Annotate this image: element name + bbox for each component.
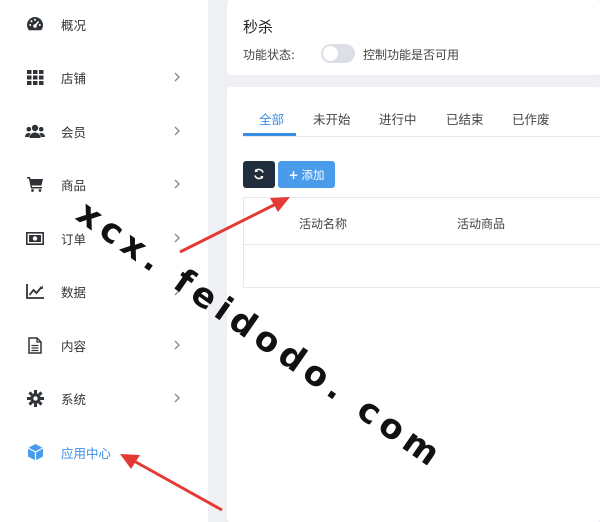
add-button[interactable]: + 添加 <box>278 161 335 188</box>
sidebar-item-label: 应用中心 <box>61 445 112 461</box>
sidebar-item-label: 店铺 <box>61 70 87 86</box>
gear-icon <box>25 388 45 408</box>
feature-status-label: 功能状态: <box>243 48 296 62</box>
sidebar-item-content[interactable]: 内容 <box>0 325 208 365</box>
refresh-button[interactable] <box>243 161 275 188</box>
sidebar: 概况 店铺 会员 商品 订单 数据 内容 系统 应用中心 <box>0 0 208 522</box>
tab-in-progress[interactable]: 进行中 <box>379 109 417 128</box>
page-title: 秒杀 <box>243 18 274 36</box>
document-icon <box>25 335 45 355</box>
users-icon <box>25 121 45 141</box>
sidebar-item-products[interactable]: 商品 <box>0 164 208 204</box>
sidebar-item-overview[interactable]: 概况 <box>0 4 208 44</box>
refresh-icon <box>253 165 265 184</box>
sidebar-item-label: 订单 <box>61 231 87 247</box>
sidebar-item-label: 系统 <box>61 391 87 407</box>
chevron-right-icon <box>172 70 182 84</box>
activity-list-card: 全部 未开始 进行中 已结束 已作废 + 添加 活动名称 活动商品 <box>227 87 600 522</box>
sidebar-item-members[interactable]: 会员 <box>0 111 208 151</box>
active-tab-indicator <box>243 133 296 136</box>
table-header: 活动名称 活动商品 <box>244 198 600 245</box>
chevron-right-icon <box>172 391 182 405</box>
tab-all[interactable]: 全部 <box>259 109 284 128</box>
cube-icon <box>25 442 45 462</box>
feature-status-hint: 控制功能是否可用 <box>363 48 460 62</box>
column-header-activity-name: 活动名称 <box>299 217 348 231</box>
sidebar-item-data[interactable]: 数据 <box>0 271 208 311</box>
sidebar-item-label: 商品 <box>61 177 87 193</box>
sidebar-item-label: 内容 <box>61 338 87 354</box>
sidebar-item-app-center[interactable]: 应用中心 <box>0 432 208 472</box>
toggle-knob <box>323 46 338 61</box>
status-tabs: 全部 未开始 进行中 已结束 已作废 <box>243 87 600 137</box>
activity-table: 活动名称 活动商品 <box>243 197 600 288</box>
chevron-right-icon <box>172 231 182 245</box>
sidebar-item-label: 会员 <box>61 124 87 140</box>
chevron-right-icon <box>172 338 182 352</box>
feature-header-card: 秒杀 功能状态: 控制功能是否可用 <box>227 0 600 75</box>
tab-voided[interactable]: 已作废 <box>512 109 550 128</box>
feature-status-toggle[interactable] <box>321 44 355 63</box>
column-header-activity-products: 活动商品 <box>457 217 506 231</box>
dashboard-gauge-icon <box>25 14 45 34</box>
money-bill-icon <box>25 228 45 248</box>
main-content: 秒杀 功能状态: 控制功能是否可用 全部 未开始 进行中 已结束 已作废 + 添… <box>208 0 600 522</box>
sidebar-item-label: 概况 <box>61 17 87 33</box>
chevron-right-icon <box>172 177 182 191</box>
sidebar-item-store[interactable]: 店铺 <box>0 57 208 97</box>
chevron-right-icon <box>172 284 182 298</box>
add-button-label: 添加 <box>301 167 325 182</box>
cart-icon <box>25 174 45 194</box>
line-chart-icon <box>25 281 45 301</box>
tab-ended[interactable]: 已结束 <box>446 109 484 128</box>
plus-icon: + <box>288 167 299 182</box>
sidebar-item-orders[interactable]: 订单 <box>0 218 208 258</box>
tab-not-started[interactable]: 未开始 <box>313 109 351 128</box>
sidebar-item-label: 数据 <box>61 284 87 300</box>
grid-icon <box>25 67 45 87</box>
chevron-right-icon <box>172 124 182 138</box>
table-row-empty <box>244 245 600 288</box>
sidebar-item-system[interactable]: 系统 <box>0 378 208 418</box>
